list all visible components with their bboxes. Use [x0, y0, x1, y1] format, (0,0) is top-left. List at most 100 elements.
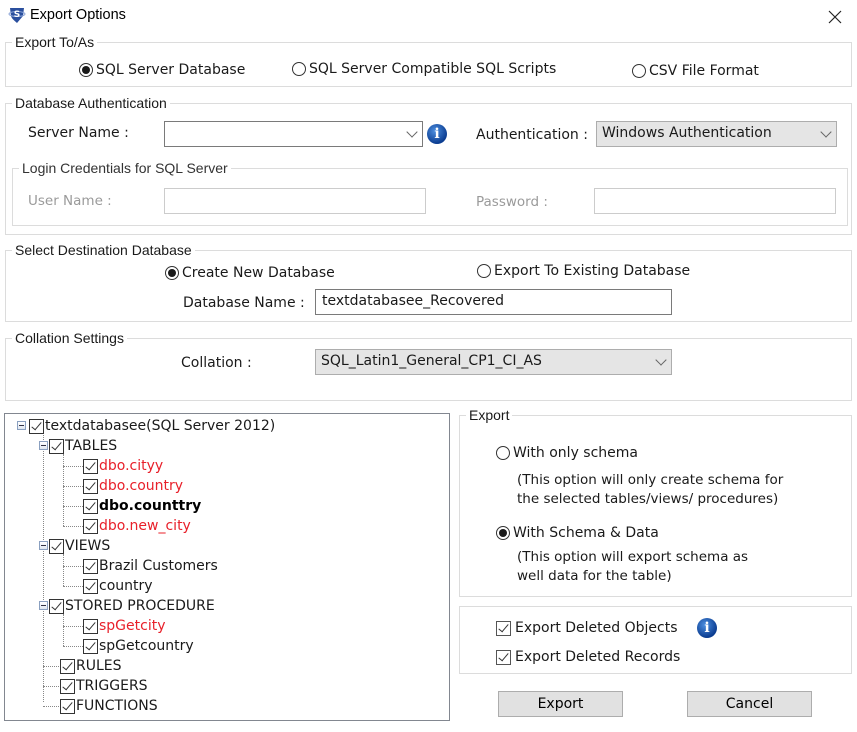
checkbox[interactable]	[83, 618, 98, 634]
tree-node-label: textdatabasee(SQL Server 2012)	[45, 418, 276, 434]
checkbox[interactable]	[83, 578, 98, 594]
info-icon[interactable]: i	[427, 124, 447, 144]
radio-with-schema-and-data[interactable]: With Schema & Data	[496, 525, 659, 541]
checkbox[interactable]	[83, 558, 98, 574]
tree-root[interactable]: textdatabasee(SQL Server 2012)	[29, 417, 275, 435]
checkbox[interactable]	[49, 598, 64, 614]
checkbox	[496, 649, 511, 665]
collation-legend: Collation Settings	[12, 330, 127, 346]
database-name-input[interactable]: textdatabasee_Recovered	[315, 289, 672, 315]
radio-export-existing-database[interactable]: Export To Existing Database	[477, 263, 690, 279]
tree-node-tables[interactable]: TABLES	[49, 437, 117, 455]
radio-create-new-database[interactable]: Create New Database	[165, 265, 335, 281]
tree-connector	[63, 554, 64, 586]
collapse-icon[interactable]	[39, 541, 48, 550]
tree-node-label: spGetcountry	[99, 638, 194, 654]
tree-connector	[63, 486, 83, 487]
cancel-button[interactable]: Cancel	[687, 691, 812, 717]
radio-label: CSV File Format	[649, 63, 759, 79]
tree-node-label: country	[99, 578, 153, 594]
tree-node-label: VIEWS	[65, 538, 111, 554]
info-icon[interactable]: i	[697, 618, 717, 638]
object-tree[interactable]: textdatabasee(SQL Server 2012) TABLES db…	[4, 413, 450, 721]
tree-leaf[interactable]: dbo.new_city	[83, 517, 191, 535]
tree-leaf[interactable]: country	[83, 577, 153, 595]
tree-connector	[43, 666, 61, 667]
collation-select[interactable]: SQL_Latin1_General_CP1_CI_AS	[315, 349, 672, 375]
checkbox[interactable]	[60, 698, 75, 714]
username-label: User Name :	[28, 193, 112, 209]
close-icon	[828, 10, 842, 24]
checkbox	[496, 620, 511, 636]
password-input[interactable]	[594, 188, 836, 214]
checkbox[interactable]	[83, 478, 98, 494]
checkbox[interactable]	[83, 458, 98, 474]
export-deleted-records-checkbox[interactable]: Export Deleted Records	[496, 649, 680, 665]
collation-value: SQL_Latin1_General_CP1_CI_AS	[321, 353, 542, 369]
tree-leaf[interactable]: dbo.cityy	[83, 457, 163, 475]
checkbox[interactable]	[29, 418, 44, 434]
tree-node-rules[interactable]: RULES	[60, 657, 122, 675]
tree-node-label: dbo.cityy	[99, 458, 164, 474]
tree-connector	[43, 706, 61, 707]
tree-connector	[63, 526, 83, 527]
server-name-label: Server Name :	[28, 125, 129, 141]
tree-node-label: FUNCTIONS	[76, 698, 158, 714]
description-line: (This option will export schema as	[517, 549, 749, 565]
tree-node-stored-procedure[interactable]: STORED PROCEDURE	[49, 597, 215, 615]
radio-dot	[79, 63, 93, 77]
checkbox[interactable]	[60, 678, 75, 694]
checkbox[interactable]	[60, 658, 75, 674]
radio-sql-scripts[interactable]: SQL Server Compatible SQL Scripts	[292, 61, 556, 77]
tree-connector	[43, 686, 61, 687]
radio-dot	[165, 266, 179, 280]
close-button[interactable]	[818, 4, 852, 30]
tree-node-triggers[interactable]: TRIGGERS	[60, 677, 148, 695]
tree-leaf[interactable]: spGetcountry	[83, 637, 194, 655]
tree-node-label: Brazil Customers	[99, 558, 218, 574]
radio-label: Export To Existing Database	[494, 263, 691, 279]
authentication-label: Authentication :	[476, 127, 588, 143]
radio-dot	[632, 64, 646, 78]
checkbox[interactable]	[49, 538, 64, 554]
tree-node-label: dbo.country	[99, 478, 184, 494]
tree-node-label: TABLES	[65, 438, 118, 454]
export-deleted-objects-checkbox[interactable]: Export Deleted Objects	[496, 620, 678, 636]
authentication-select[interactable]: Windows Authentication	[596, 121, 837, 147]
description-line: the selected tables/views/ procedures)	[517, 491, 779, 507]
schema-only-description: (This option will only create schema for…	[517, 471, 783, 509]
collation-label: Collation :	[181, 355, 252, 371]
tree-connector	[43, 432, 44, 702]
server-name-combo[interactable]	[164, 121, 423, 147]
title-bar: S Export Options	[0, 0, 857, 32]
checkbox[interactable]	[83, 518, 98, 534]
destination-legend: Select Destination Database	[12, 242, 195, 258]
tree-connector	[63, 626, 83, 627]
collapse-icon[interactable]	[39, 601, 48, 610]
schema-data-description: (This option will export schema as well …	[517, 548, 748, 586]
radio-sql-server-database[interactable]: SQL Server Database	[79, 62, 245, 78]
collapse-icon[interactable]	[17, 421, 26, 430]
tree-connector	[63, 614, 64, 646]
tree-node-views[interactable]: VIEWS	[49, 537, 110, 555]
tree-connector	[63, 566, 83, 567]
radio-label: Create New Database	[182, 265, 335, 281]
radio-with-only-schema[interactable]: With only schema	[496, 445, 638, 461]
checkbox[interactable]	[83, 638, 98, 654]
tree-node-label: RULES	[76, 658, 122, 674]
tree-leaf[interactable]: dbo.country	[83, 477, 183, 495]
username-input[interactable]	[164, 188, 426, 214]
svg-text:S: S	[14, 10, 20, 20]
tree-node-functions[interactable]: FUNCTIONS	[60, 697, 158, 715]
checkbox[interactable]	[83, 498, 98, 514]
tree-connector	[63, 646, 83, 647]
tree-leaf[interactable]: dbo.counttry	[83, 497, 201, 515]
radio-csv-format[interactable]: CSV File Format	[632, 63, 759, 79]
export-button[interactable]: Export	[498, 691, 623, 717]
tree-connector	[63, 466, 83, 467]
radio-dot	[496, 526, 510, 540]
checkbox[interactable]	[49, 438, 64, 454]
collapse-icon[interactable]	[39, 441, 48, 450]
tree-leaf[interactable]: spGetcity	[83, 617, 166, 635]
tree-leaf[interactable]: Brazil Customers	[83, 557, 218, 575]
